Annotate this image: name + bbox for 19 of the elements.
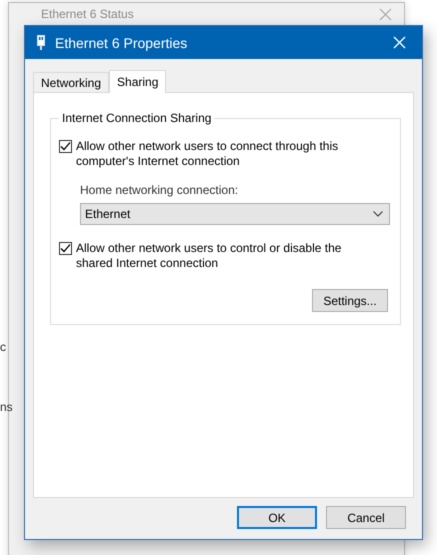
text-fragment: ns (0, 400, 13, 414)
field-label: Home networking connection: (80, 183, 240, 197)
window-title: Ethernet 6 Status (41, 7, 134, 21)
tab[interactable]: Networking (33, 72, 110, 92)
checkbox[interactable] (59, 242, 72, 255)
group-title: Internet Connection Sharing (61, 111, 212, 125)
settings-button[interactable]: Settings... (312, 289, 388, 312)
checkbox-label: Allow other network users to control or disable the shared Internet connection (76, 241, 342, 271)
checkbox[interactable] (59, 140, 72, 153)
text-fragment: c (0, 340, 6, 354)
window-title: Ethernet 6 Properties (55, 34, 188, 50)
tab[interactable]: Sharing (109, 70, 166, 93)
cancel-button[interactable]: Cancel (326, 506, 406, 529)
checkbox-label: Allow other network users to connect through this computer's Internet connection (76, 139, 340, 169)
close-icon (392, 36, 406, 49)
connection-dropdown[interactable]: Ethernet (80, 203, 390, 225)
ok-button[interactable]: OK (237, 506, 317, 529)
network-adapter-icon (37, 34, 45, 50)
chevron-down-icon (373, 211, 383, 217)
